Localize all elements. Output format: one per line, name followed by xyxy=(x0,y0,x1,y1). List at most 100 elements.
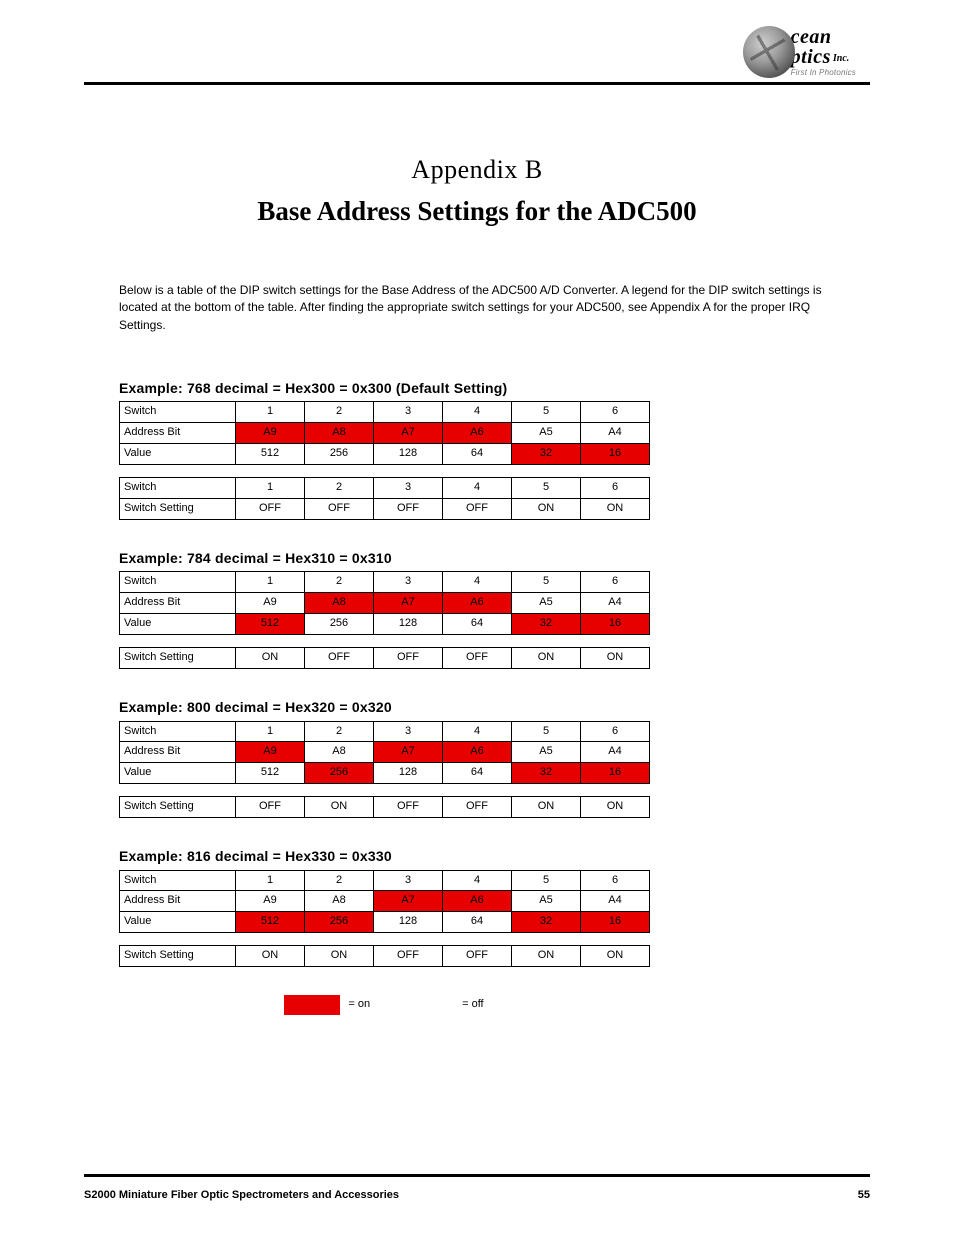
switch-setting-cell: ON xyxy=(581,648,650,669)
appendix-label: Appendix B xyxy=(120,155,834,185)
legend: = on = off xyxy=(119,995,649,1015)
address-bit-cell: A7 xyxy=(374,742,443,763)
address-bit-cell: A7 xyxy=(374,593,443,614)
switch-number: 1 xyxy=(236,402,305,423)
value-cell: 128 xyxy=(374,763,443,784)
switch-setting-cell: OFF xyxy=(236,797,305,818)
address-bit-cell: A5 xyxy=(512,593,581,614)
switch-number: 3 xyxy=(374,721,443,742)
row-label: Value xyxy=(120,763,236,784)
header-rule xyxy=(84,82,870,85)
value-cell: 256 xyxy=(305,614,374,635)
switch-number: 4 xyxy=(443,572,512,593)
legend-off-text: = off xyxy=(462,997,484,1013)
switch-setting-cell: OFF xyxy=(305,648,374,669)
address-bit-cell: A8 xyxy=(305,423,374,444)
value-cell: 64 xyxy=(443,444,512,465)
switch-setting-cell: ON xyxy=(305,946,374,967)
globe-icon xyxy=(743,26,795,78)
switch-setting-cell: OFF xyxy=(305,499,374,520)
example-title: Example: 784 decimal = Hex310 = 0x310 xyxy=(119,548,839,568)
switch-setting-cell: ON xyxy=(581,946,650,967)
switch-setting-cell: OFF xyxy=(374,499,443,520)
switch-number: 1 xyxy=(236,721,305,742)
value-cell: 32 xyxy=(512,614,581,635)
logo-line1: cean xyxy=(791,26,832,48)
switch-number: 2 xyxy=(305,402,374,423)
row-label: Switch xyxy=(120,478,236,499)
row-label: Switch Setting xyxy=(120,499,236,520)
switch-setting-cell: ON xyxy=(512,797,581,818)
value-cell: 16 xyxy=(581,444,650,465)
legend-on: = on xyxy=(284,995,370,1015)
address-bit-cell: A9 xyxy=(236,593,305,614)
intro-paragraph: Below is a table of the DIP switch setti… xyxy=(119,282,839,334)
footer-right: 55 xyxy=(858,1189,870,1201)
value-cell: 128 xyxy=(374,912,443,933)
value-cell: 32 xyxy=(512,763,581,784)
switch-number: 6 xyxy=(581,478,650,499)
value-cell: 512 xyxy=(236,444,305,465)
switch-number: 1 xyxy=(236,870,305,891)
row-label: Value xyxy=(120,912,236,933)
switch-number: 5 xyxy=(512,572,581,593)
value-cell: 64 xyxy=(443,912,512,933)
example-title: Example: 768 decimal = Hex300 = 0x300 (D… xyxy=(119,378,839,398)
address-bit-cell: A6 xyxy=(443,593,512,614)
address-bit-cell: A8 xyxy=(305,593,374,614)
value-cell: 32 xyxy=(512,912,581,933)
switch-setting-cell: ON xyxy=(581,499,650,520)
switch-number: 6 xyxy=(581,721,650,742)
switch-number: 5 xyxy=(512,721,581,742)
address-bit-cell: A4 xyxy=(581,742,650,763)
logo-tagline: First In Photonics xyxy=(791,69,856,77)
switch-number: 3 xyxy=(374,478,443,499)
value-cell: 128 xyxy=(374,614,443,635)
value-cell: 128 xyxy=(374,444,443,465)
address-bit-cell: A6 xyxy=(443,891,512,912)
row-label: Switch Setting xyxy=(120,797,236,818)
example-title: Example: 800 decimal = Hex320 = 0x320 xyxy=(119,697,839,717)
address-bit-cell: A7 xyxy=(374,891,443,912)
brand-logo: cean pticsInc. First In Photonics xyxy=(743,26,856,78)
switch-setting-cell: OFF xyxy=(374,797,443,818)
legend-on-text: = on xyxy=(348,997,370,1013)
switch-number: 4 xyxy=(443,478,512,499)
switch-setting-cell: ON xyxy=(512,499,581,520)
value-cell: 512 xyxy=(236,763,305,784)
switch-setting-cell: OFF xyxy=(374,946,443,967)
row-label: Address Bit xyxy=(120,891,236,912)
footer-left: S2000 Miniature Fiber Optic Spectrometer… xyxy=(84,1189,399,1201)
switch-number: 6 xyxy=(581,402,650,423)
value-cell: 64 xyxy=(443,614,512,635)
row-label: Switch Setting xyxy=(120,946,236,967)
switch-setting-table: Switch123456Switch SettingOFFOFFOFFOFFON… xyxy=(119,477,650,520)
switch-setting-cell: ON xyxy=(236,946,305,967)
switch-setting-cell: OFF xyxy=(443,648,512,669)
switch-setting-cell: ON xyxy=(236,648,305,669)
address-bit-cell: A5 xyxy=(512,742,581,763)
switch-setting-cell: OFF xyxy=(443,946,512,967)
switch-number: 3 xyxy=(374,870,443,891)
switch-setting-cell: OFF xyxy=(236,499,305,520)
address-bit-cell: A4 xyxy=(581,593,650,614)
switch-number: 6 xyxy=(581,572,650,593)
switch-number: 1 xyxy=(236,572,305,593)
value-cell: 512 xyxy=(236,614,305,635)
switch-number: 3 xyxy=(374,402,443,423)
switch-setting-cell: OFF xyxy=(443,499,512,520)
address-bit-cell: A4 xyxy=(581,423,650,444)
switch-number: 2 xyxy=(305,870,374,891)
switch-number: 4 xyxy=(443,721,512,742)
switch-number: 4 xyxy=(443,402,512,423)
address-bit-cell: A6 xyxy=(443,742,512,763)
switch-number: 3 xyxy=(374,572,443,593)
switch-setting-cell: ON xyxy=(512,946,581,967)
switch-number: 6 xyxy=(581,870,650,891)
switch-setting-table: Switch SettingONOFFOFFOFFONON xyxy=(119,647,650,669)
row-label: Switch xyxy=(120,402,236,423)
switch-number: 2 xyxy=(305,721,374,742)
example-block: Example: 768 decimal = Hex300 = 0x300 (D… xyxy=(119,378,839,520)
address-table: Switch123456Address BitA9A8A7A6A5A4Value… xyxy=(119,401,650,465)
switch-setting-table: Switch SettingOFFONOFFOFFONON xyxy=(119,796,650,818)
